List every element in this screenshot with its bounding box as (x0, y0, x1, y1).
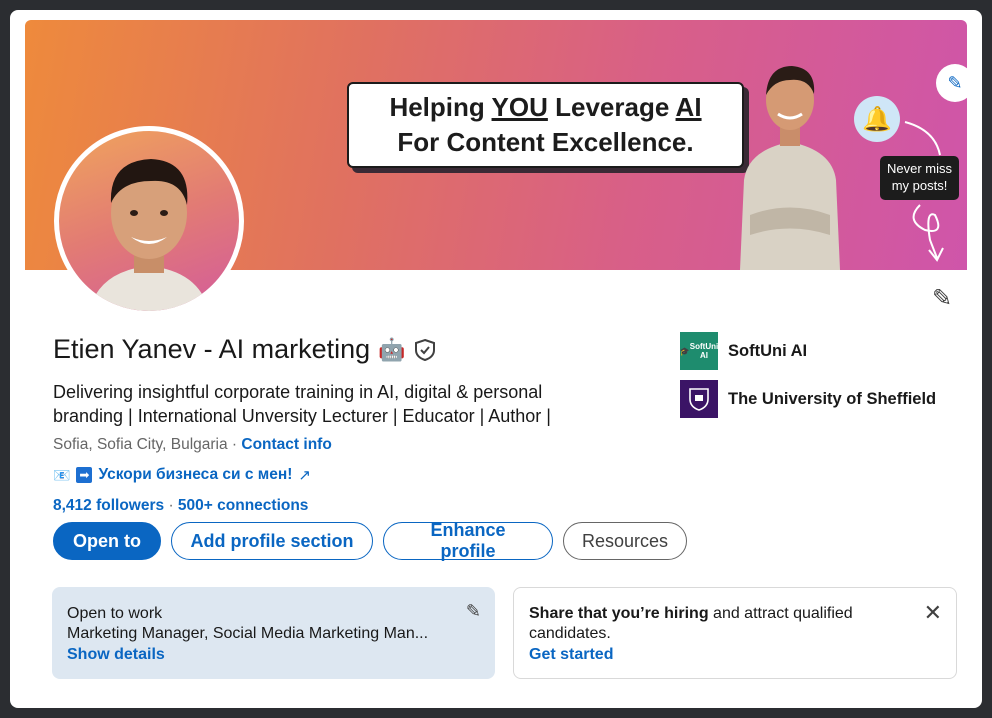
enhance-profile-button[interactable]: Enhance profile (383, 520, 553, 561)
open-to-button[interactable]: Open to (53, 522, 161, 560)
pencil-icon: ✎ (947, 72, 963, 93)
hiring-text: Share that you’re hiring and attract qua… (529, 605, 853, 642)
never-miss-callout: Never miss my posts! (880, 156, 959, 200)
robot-icon: 🤖 (378, 336, 406, 362)
profile-actions: Open to Add profile section Enhance prof… (53, 520, 687, 561)
banner-person-image (740, 66, 840, 270)
show-details-link[interactable]: Show details (67, 644, 480, 665)
experience-education-list: 🎓 SoftUni AI SoftUni AI The University of… (680, 331, 936, 427)
website-row[interactable]: 📧 ➡ Ускори бизнеса си с мен! ↗ (53, 466, 311, 484)
avatar-photo (89, 159, 209, 311)
open-to-work-title: Open to work (67, 605, 163, 622)
website-link[interactable]: Ускори бизнеса си с мен! (98, 466, 292, 484)
location-text: Sofia, Sofia City, Bulgaria (53, 436, 228, 453)
profile-name: Etien Yanev - AI marketing (53, 334, 371, 364)
banner-edit-button[interactable]: ✎ (936, 64, 967, 102)
avatar[interactable] (54, 126, 244, 316)
open-to-work-roles: Marketing Manager, Social Media Marketin… (67, 625, 429, 642)
close-icon[interactable]: ✕ (924, 600, 942, 626)
banner-line-2: For Content Excellence. (397, 127, 694, 157)
contact-info-link[interactable]: Contact info (241, 436, 331, 453)
open-to-work-card[interactable]: Open to work Marketing Manager, Social M… (52, 587, 495, 679)
org-name: The University of Sheffield (728, 389, 937, 408)
followers-link[interactable]: 8,412 followers (53, 497, 164, 514)
add-profile-section-button[interactable]: Add profile section (171, 522, 373, 560)
softuni-logo: 🎓 SoftUni AI (680, 332, 718, 370)
network-stats: 8,412 followers · 500+ connections (53, 497, 309, 514)
location-row: Sofia, Sofia City, Bulgaria · Contact in… (53, 436, 332, 453)
edit-intro-button[interactable]: ✎ (926, 282, 958, 314)
connections-link[interactable]: 500+ connections (178, 497, 309, 514)
hiring-card: Share that you’re hiring and attract qua… (513, 587, 957, 679)
mail-emoji-icon: 📧 (53, 466, 71, 483)
banner-headline-box: Helping YOU Leverage AI For Content Exce… (347, 82, 744, 168)
org-sheffield[interactable]: The University of Sheffield (680, 379, 936, 419)
shield-check-icon[interactable] (414, 338, 436, 362)
banner-line-1: Helping YOU Leverage AI (389, 92, 702, 122)
org-softuni[interactable]: 🎓 SoftUni AI SoftUni AI (680, 331, 936, 371)
arrow-right-icon: ➡ (76, 467, 93, 483)
pencil-icon: ✎ (931, 284, 953, 312)
pencil-icon[interactable]: ✎ (466, 601, 481, 622)
external-link-icon: ↗ (298, 467, 311, 484)
sheffield-logo (680, 380, 718, 418)
resources-button[interactable]: Resources (563, 522, 687, 560)
get-started-link[interactable]: Get started (529, 644, 941, 665)
profile-headline: Delivering insightful corporate training… (53, 382, 551, 426)
org-name: SoftUni AI (728, 341, 808, 360)
name-row: Etien Yanev - AI marketing 🤖 (53, 334, 436, 365)
profile-card: Helping YOU Leverage AI For Content Exce… (10, 10, 982, 708)
